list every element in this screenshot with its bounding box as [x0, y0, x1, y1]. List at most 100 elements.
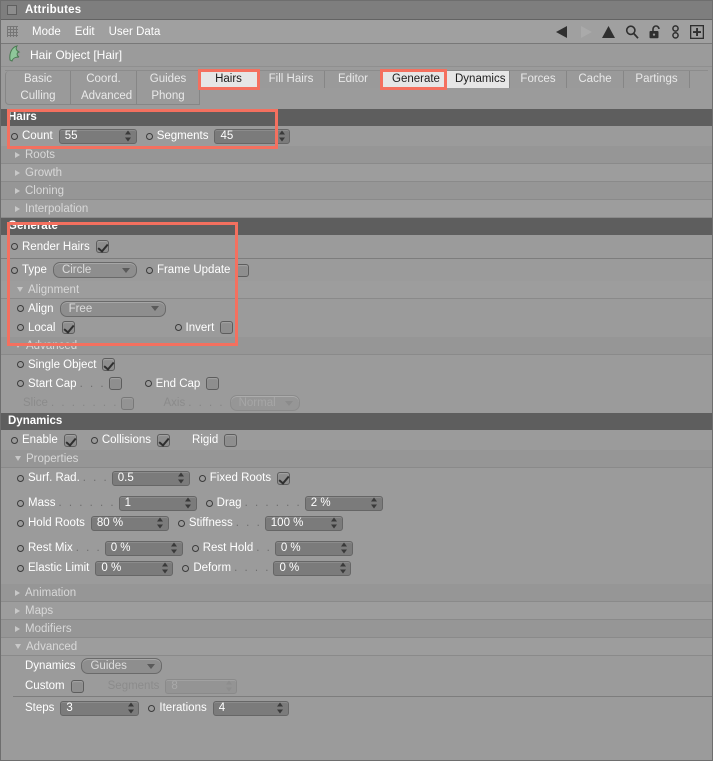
fold-alignment[interactable]: Alignment: [1, 281, 712, 299]
collisions-checkbox[interactable]: [157, 433, 171, 447]
steps-input[interactable]: 3: [60, 700, 140, 716]
elastic-limit-input[interactable]: 0 %: [95, 560, 174, 576]
elastic-limit-stepper[interactable]: [161, 562, 168, 574]
rest-hold-input[interactable]: 0 %: [274, 540, 353, 556]
drag-bullet-icon[interactable]: [205, 499, 213, 507]
tab-fill-hairs[interactable]: Fill Hairs: [258, 71, 325, 88]
end-cap-checkbox[interactable]: [206, 377, 220, 390]
iterations-stepper[interactable]: [277, 702, 284, 714]
mass-stepper[interactable]: [185, 497, 192, 509]
surf-rad-stepper[interactable]: [178, 472, 185, 484]
tab-guides[interactable]: Guides: [137, 71, 200, 88]
single-object-checkbox[interactable]: [102, 358, 116, 371]
render-hairs-bullet-icon[interactable]: [11, 243, 18, 250]
segments-stepper[interactable]: [278, 130, 285, 142]
stiffness-stepper[interactable]: [331, 517, 338, 529]
rest-mix-stepper[interactable]: [171, 542, 178, 554]
single-object-bullet-icon[interactable]: [17, 361, 24, 368]
hold-roots-bullet-icon[interactable]: [17, 519, 24, 527]
stiffness-bullet-icon[interactable]: [177, 519, 185, 527]
align-bullet-icon[interactable]: [17, 305, 24, 312]
mass-input[interactable]: 1: [118, 495, 197, 511]
hold-roots-input[interactable]: 80 %: [90, 515, 169, 531]
align-dropdown[interactable]: Free: [59, 300, 166, 317]
iterations-bullet-icon[interactable]: [148, 704, 156, 712]
fold-roots[interactable]: Roots: [1, 146, 712, 164]
hold-roots-stepper[interactable]: [157, 517, 164, 529]
deform-bullet-icon[interactable]: [182, 564, 190, 572]
frame-update-bullet-icon[interactable]: [145, 266, 153, 274]
dynamics-mode-dropdown[interactable]: Guides: [81, 658, 163, 674]
surf-rad-bullet-icon[interactable]: [17, 474, 24, 482]
start-cap-checkbox[interactable]: [108, 377, 122, 390]
lock-icon[interactable]: [649, 24, 661, 39]
count-input[interactable]: 55: [58, 128, 137, 144]
fixed-roots-checkbox[interactable]: [277, 471, 291, 485]
fold-maps[interactable]: Maps: [1, 602, 712, 620]
fold-advanced-dynamics[interactable]: Advanced: [1, 638, 712, 656]
fold-animation[interactable]: Animation: [1, 584, 712, 602]
count-stepper[interactable]: [125, 130, 132, 142]
invert-bullet-icon[interactable]: [174, 324, 182, 331]
steps-stepper[interactable]: [127, 702, 134, 714]
tab-editor[interactable]: Editor: [325, 71, 382, 88]
local-checkbox[interactable]: [61, 321, 75, 334]
add-icon[interactable]: [690, 24, 704, 39]
tab-basic[interactable]: Basic: [5, 71, 71, 88]
up-arrow-icon[interactable]: [602, 25, 615, 38]
tab-advanced[interactable]: Advanced: [71, 88, 137, 105]
drag-stepper[interactable]: [371, 497, 378, 509]
back-arrow-icon[interactable]: [556, 25, 569, 38]
fold-interpolation[interactable]: Interpolation: [1, 200, 712, 218]
rest-mix-bullet-icon[interactable]: [17, 544, 24, 552]
type-dropdown[interactable]: Circle: [52, 262, 137, 278]
start-cap-bullet-icon[interactable]: [17, 380, 24, 387]
search-icon[interactable]: [625, 24, 639, 39]
tab-partings[interactable]: Partings: [624, 71, 690, 88]
end-cap-bullet-icon[interactable]: [144, 380, 152, 387]
tab-culling[interactable]: Culling: [5, 88, 71, 105]
frame-update-checkbox[interactable]: [236, 263, 250, 277]
rest-hold-stepper[interactable]: [341, 542, 348, 554]
tab-forces[interactable]: Forces: [510, 71, 567, 88]
forward-arrow-icon[interactable]: [579, 25, 592, 38]
render-hairs-checkbox[interactable]: [95, 240, 109, 253]
custom-checkbox[interactable]: [70, 679, 84, 693]
type-bullet-icon[interactable]: [11, 266, 18, 274]
collisions-bullet-icon[interactable]: [90, 436, 98, 444]
tab-generate[interactable]: Generate: [380, 69, 447, 90]
tab-hairs[interactable]: Hairs: [198, 69, 260, 90]
fold-advanced-generate[interactable]: Advanced: [1, 337, 712, 355]
mass-bullet-icon[interactable]: [17, 499, 24, 507]
drag-grip-icon[interactable]: [7, 26, 18, 37]
fold-cloning[interactable]: Cloning: [1, 182, 712, 200]
surf-rad-input[interactable]: 0.5: [111, 470, 190, 486]
enable-checkbox[interactable]: [63, 433, 77, 447]
menu-mode[interactable]: Mode: [25, 25, 68, 39]
deform-input[interactable]: 0 %: [273, 560, 352, 576]
tab-dynamics[interactable]: Dynamics: [445, 71, 510, 88]
tab-phong[interactable]: Phong: [137, 88, 200, 105]
rest-mix-input[interactable]: 0 %: [104, 540, 183, 556]
rigid-checkbox[interactable]: [224, 433, 238, 447]
drag-input[interactable]: 2 %: [304, 495, 383, 511]
enable-bullet-icon[interactable]: [11, 436, 18, 444]
deform-stepper[interactable]: [339, 562, 346, 574]
count-bullet-icon[interactable]: [11, 132, 18, 140]
menu-edit[interactable]: Edit: [68, 25, 102, 39]
segments-input[interactable]: 45: [214, 128, 291, 144]
rest-hold-bullet-icon[interactable]: [191, 544, 199, 552]
iterations-input[interactable]: 4: [212, 700, 289, 716]
segments-bullet-icon[interactable]: [145, 132, 153, 140]
fold-modifiers[interactable]: Modifiers: [1, 620, 712, 638]
chain-icon[interactable]: [671, 24, 680, 39]
tab-coord[interactable]: Coord.: [71, 71, 137, 88]
tab-cache[interactable]: Cache: [567, 71, 624, 88]
menu-user-data[interactable]: User Data: [102, 25, 168, 39]
fold-growth[interactable]: Growth: [1, 164, 712, 182]
fixed-roots-bullet-icon[interactable]: [198, 474, 206, 482]
window-menu-icon[interactable]: [7, 5, 17, 15]
fold-properties[interactable]: Properties: [1, 450, 712, 468]
local-bullet-icon[interactable]: [17, 324, 24, 331]
stiffness-input[interactable]: 100 %: [264, 515, 343, 531]
